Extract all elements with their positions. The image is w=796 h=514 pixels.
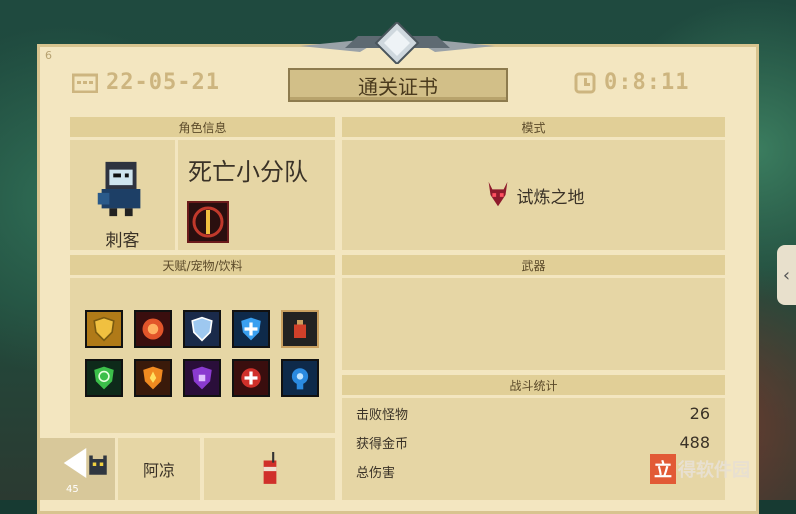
talent-tile-7[interactable] [134,359,172,397]
character-portrait-box: 刺客 [70,140,175,251]
weapons-box [342,278,725,370]
soda-drink-icon [263,452,276,484]
blade-skill-icon [192,206,224,238]
pet-level: 45 [66,484,79,495]
dragon-icon [142,318,164,340]
character-title: 死亡小分队 [188,158,308,186]
back-button-box[interactable]: 45 [40,438,115,500]
purple-shield-icon [192,366,212,390]
section-label-character: 角色信息 [70,117,335,137]
watermark-text: 得软件园 [678,460,750,481]
side-panel-toggle[interactable]: ‹ [777,245,796,305]
stat-value: 26 [689,404,710,423]
blue-cross-shield-icon [241,317,261,341]
talent-tile-6[interactable] [85,359,123,397]
clear-time: 0:8:11 [574,70,689,95]
talent-tile-4[interactable] [232,310,270,348]
talents-box [70,278,335,433]
cat-pet-icon [89,455,107,475]
stat-value: 488 [679,433,710,452]
talent-tile-5[interactable] [281,310,319,348]
drink-box[interactable] [204,438,335,500]
certificate-title: 通关证书 [288,68,508,102]
assassin-sprite-icon [97,161,141,217]
chevron-left-icon: ‹ [782,264,791,286]
talent-tile-3[interactable] [183,310,221,348]
character-class: 刺客 [105,231,140,251]
fire-shield-icon [143,366,163,390]
pet-name-box: 阿凉 [118,438,200,500]
date-value: 22-05-21 [106,70,220,95]
crest-ornament [300,22,495,64]
green-shield-icon [94,366,114,390]
skill-icon-box[interactable] [187,201,229,243]
watermark-logo: 立 [650,454,676,484]
site-watermark: 立 得软件园 [650,452,790,486]
talent-tile-8[interactable] [183,359,221,397]
corner-mark: 6 [45,49,52,62]
clear-date: 22-05-21 [72,70,220,95]
character-title-box: 死亡小分队 [178,140,335,250]
stat-row: 总伤害 12 [356,462,670,481]
section-label-talents: 天赋/宠物/饮料 [70,255,335,275]
section-label-battle-stats: 战斗统计 [342,375,725,395]
frost-shield-icon [191,316,213,342]
mode-name: 试炼之地 [516,187,585,208]
stat-label: 击败怪物 [356,408,409,423]
section-label-mode: 模式 [342,117,725,137]
stat-label: 总伤害 [356,466,396,481]
stat-label: 获得金币 [356,437,409,452]
stat-row: 获得金币 488 [356,433,710,452]
clock-icon [574,72,596,93]
mind-icon [291,368,309,390]
talent-tile-9[interactable] [232,359,270,397]
time-value: 0:8:11 [604,70,690,95]
talent-tile-1[interactable] [85,310,123,348]
demon-mode-icon [488,181,507,207]
stat-row: 击败怪物 26 [356,404,710,423]
heal-icon [241,368,261,388]
shield-gold-icon [93,316,115,342]
calendar-icon [72,73,98,93]
pet-name: 阿凉 [142,461,175,480]
talent-tile-2[interactable] [134,310,172,348]
mode-box: 试炼之地 [342,140,725,250]
section-label-weapons: 武器 [342,255,725,275]
talent-tile-10[interactable] [281,359,319,397]
potion-icon [294,320,306,338]
